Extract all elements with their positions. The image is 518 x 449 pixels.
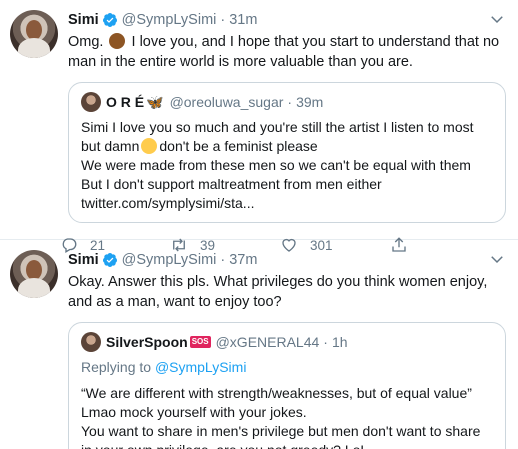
separator-dot: · bbox=[287, 94, 293, 110]
user-handle: @oreoluwa_sugar bbox=[169, 94, 284, 110]
timestamp[interactable]: 31m bbox=[229, 12, 257, 28]
quoted-tweet-header: SilverSpoon SOS @xGENERAL44 · 1h bbox=[81, 332, 493, 352]
avatar[interactable] bbox=[10, 250, 58, 298]
separator-dot: · bbox=[220, 12, 226, 28]
tweet[interactable]: Simi @SympLySimi · 37m Okay. Answer this… bbox=[0, 240, 518, 449]
display-name: SilverSpoon bbox=[106, 334, 188, 350]
tweet[interactable]: Simi @SympLySimi · 31m Omg. I love you, … bbox=[0, 0, 518, 253]
separator-dot: · bbox=[220, 252, 226, 268]
user-handle[interactable]: @SympLySimi bbox=[122, 252, 217, 268]
user-handle[interactable]: @SympLySimi bbox=[122, 12, 217, 28]
avatar[interactable] bbox=[10, 10, 58, 58]
quoted-tweet-text: Simi I love you so much and you're still… bbox=[81, 118, 493, 213]
separator-dot: · bbox=[323, 334, 328, 350]
avatar bbox=[81, 332, 101, 352]
butterfly-emoji: 🦋 bbox=[146, 93, 164, 110]
tweet-header: Simi @SympLySimi · 37m bbox=[68, 250, 504, 270]
tweet-header: Simi @SympLySimi · 31m bbox=[68, 10, 504, 30]
sos-badge: SOS bbox=[189, 336, 211, 348]
face-palm-emoji-icon bbox=[109, 33, 126, 49]
quoted-tweet-text: “We are different with strength/weakness… bbox=[81, 385, 481, 449]
quoted-tweet[interactable]: O R É 🦋 @oreoluwa_sugar · 39m Simi I lov… bbox=[68, 82, 506, 223]
mention-link[interactable]: @SympLySimi bbox=[155, 359, 247, 375]
tweet-text: Okay. Answer this pls. What privileges d… bbox=[68, 274, 488, 310]
quoted-link[interactable]: twitter.com/symplysimi/sta... bbox=[81, 194, 493, 213]
replying-to: Replying to @SympLySimi bbox=[81, 359, 247, 375]
chevron-down-icon[interactable] bbox=[488, 10, 506, 28]
display-name[interactable]: Simi bbox=[68, 252, 99, 268]
quoted-tweet[interactable]: SilverSpoon SOS @xGENERAL44 · 1h Replyin… bbox=[68, 322, 506, 449]
avatar bbox=[81, 92, 101, 112]
tweet-text: Omg. I love you, and I hope that you sta… bbox=[68, 33, 500, 70]
chevron-down-icon[interactable] bbox=[488, 250, 506, 268]
timestamp[interactable]: 37m bbox=[229, 252, 257, 268]
verified-badge-icon bbox=[102, 13, 117, 27]
verified-badge-icon bbox=[102, 253, 117, 267]
display-name[interactable]: Simi bbox=[68, 12, 99, 28]
crying-face-emoji-icon bbox=[141, 138, 158, 154]
timestamp: 39m bbox=[296, 94, 324, 110]
user-handle: @xGENERAL44 bbox=[215, 334, 320, 350]
quoted-tweet-header: O R É 🦋 @oreoluwa_sugar · 39m bbox=[81, 92, 493, 112]
display-name: O R É bbox=[106, 94, 145, 110]
timestamp: 1h bbox=[331, 334, 348, 350]
